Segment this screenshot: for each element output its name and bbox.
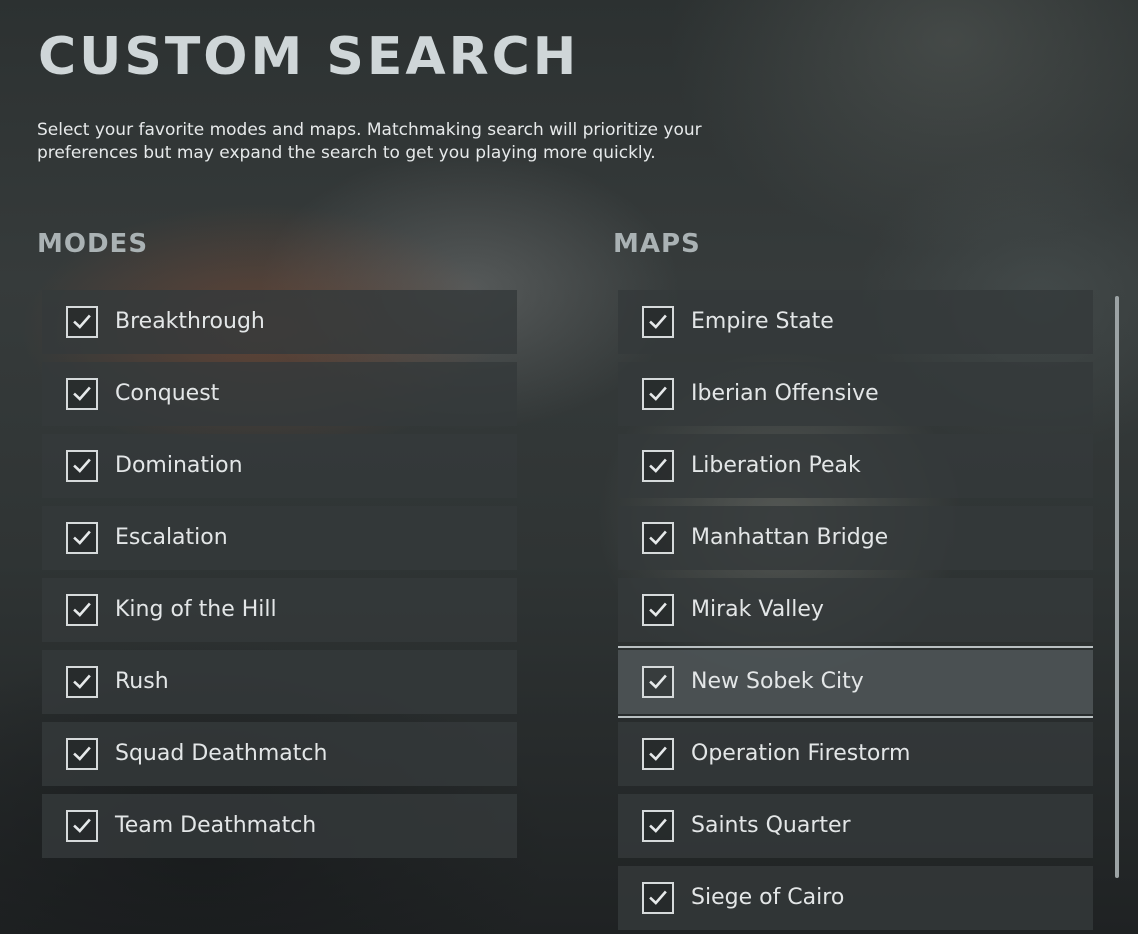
mode-label: Breakthrough	[115, 309, 265, 334]
mode-option-rush[interactable]: Rush	[42, 650, 517, 714]
map-option-operation-firestorm[interactable]: Operation Firestorm	[618, 722, 1093, 786]
checkmark-icon	[73, 674, 91, 689]
checkmark-icon	[73, 530, 91, 545]
checkmark-icon	[73, 314, 91, 329]
map-label: Empire State	[691, 309, 834, 334]
mode-checkbox[interactable]	[66, 522, 98, 554]
checkmark-icon	[649, 602, 667, 617]
checkmark-icon	[73, 602, 91, 617]
mode-label: Escalation	[115, 525, 228, 550]
maps-scrollbar[interactable]	[1115, 296, 1119, 878]
map-label: Iberian Offensive	[691, 381, 879, 406]
mode-option-conquest[interactable]: Conquest	[42, 362, 517, 426]
checkmark-icon	[73, 818, 91, 833]
mode-checkbox[interactable]	[66, 378, 98, 410]
map-label: Saints Quarter	[691, 813, 851, 838]
map-checkbox[interactable]	[642, 378, 674, 410]
mode-checkbox[interactable]	[66, 594, 98, 626]
checkmark-icon	[73, 458, 91, 473]
mode-label: Squad Deathmatch	[115, 741, 328, 766]
map-option-mirak-valley[interactable]: Mirak Valley	[618, 578, 1093, 642]
mode-checkbox[interactable]	[66, 666, 98, 698]
map-checkbox[interactable]	[642, 522, 674, 554]
checkmark-icon	[649, 314, 667, 329]
checkmark-icon	[649, 746, 667, 761]
map-label: New Sobek City	[691, 669, 864, 694]
map-option-saints-quarter[interactable]: Saints Quarter	[618, 794, 1093, 858]
map-checkbox[interactable]	[642, 306, 674, 338]
maps-list[interactable]: Empire State Iberian Offensive Liberatio…	[618, 290, 1093, 934]
map-label: Operation Firestorm	[691, 741, 911, 766]
mode-checkbox[interactable]	[66, 738, 98, 770]
page-description: Select your favorite modes and maps. Mat…	[37, 120, 702, 163]
mode-option-king-of-the-hill[interactable]: King of the Hill	[42, 578, 517, 642]
checkmark-icon	[649, 818, 667, 833]
map-option-new-sobek-city[interactable]: New Sobek City	[618, 646, 1093, 718]
mode-label: King of the Hill	[115, 597, 277, 622]
map-option-siege-of-cairo[interactable]: Siege of Cairo	[618, 866, 1093, 930]
map-checkbox[interactable]	[642, 450, 674, 482]
map-option-liberation-peak[interactable]: Liberation Peak	[618, 434, 1093, 498]
page-title: CUSTOM SEARCH	[38, 27, 580, 87]
map-checkbox[interactable]	[642, 738, 674, 770]
map-label: Siege of Cairo	[691, 885, 845, 910]
checkmark-icon	[73, 386, 91, 401]
mode-option-team-deathmatch[interactable]: Team Deathmatch	[42, 794, 517, 858]
checkmark-icon	[649, 530, 667, 545]
modes-heading: MODES	[37, 229, 149, 259]
mode-option-escalation[interactable]: Escalation	[42, 506, 517, 570]
modes-list: Breakthrough Conquest Domination Escalat…	[42, 290, 517, 866]
mode-option-breakthrough[interactable]: Breakthrough	[42, 290, 517, 354]
map-label: Manhattan Bridge	[691, 525, 889, 550]
mode-checkbox[interactable]	[66, 306, 98, 338]
mode-label: Domination	[115, 453, 243, 478]
checkmark-icon	[649, 386, 667, 401]
mode-option-domination[interactable]: Domination	[42, 434, 517, 498]
maps-heading: MAPS	[613, 229, 701, 259]
mode-option-squad-deathmatch[interactable]: Squad Deathmatch	[42, 722, 517, 786]
checkmark-icon	[73, 746, 91, 761]
checkmark-icon	[649, 458, 667, 473]
map-checkbox[interactable]	[642, 594, 674, 626]
map-checkbox[interactable]	[642, 810, 674, 842]
map-label: Mirak Valley	[691, 597, 824, 622]
map-label: Liberation Peak	[691, 453, 861, 478]
map-checkbox[interactable]	[642, 882, 674, 914]
checkmark-icon	[649, 674, 667, 689]
map-option-manhattan-bridge[interactable]: Manhattan Bridge	[618, 506, 1093, 570]
mode-label: Conquest	[115, 381, 220, 406]
mode-checkbox[interactable]	[66, 450, 98, 482]
map-checkbox[interactable]	[642, 666, 674, 698]
map-option-iberian-offensive[interactable]: Iberian Offensive	[618, 362, 1093, 426]
mode-checkbox[interactable]	[66, 810, 98, 842]
mode-label: Team Deathmatch	[115, 813, 317, 838]
map-option-empire-state[interactable]: Empire State	[618, 290, 1093, 354]
checkmark-icon	[649, 890, 667, 905]
mode-label: Rush	[115, 669, 169, 694]
